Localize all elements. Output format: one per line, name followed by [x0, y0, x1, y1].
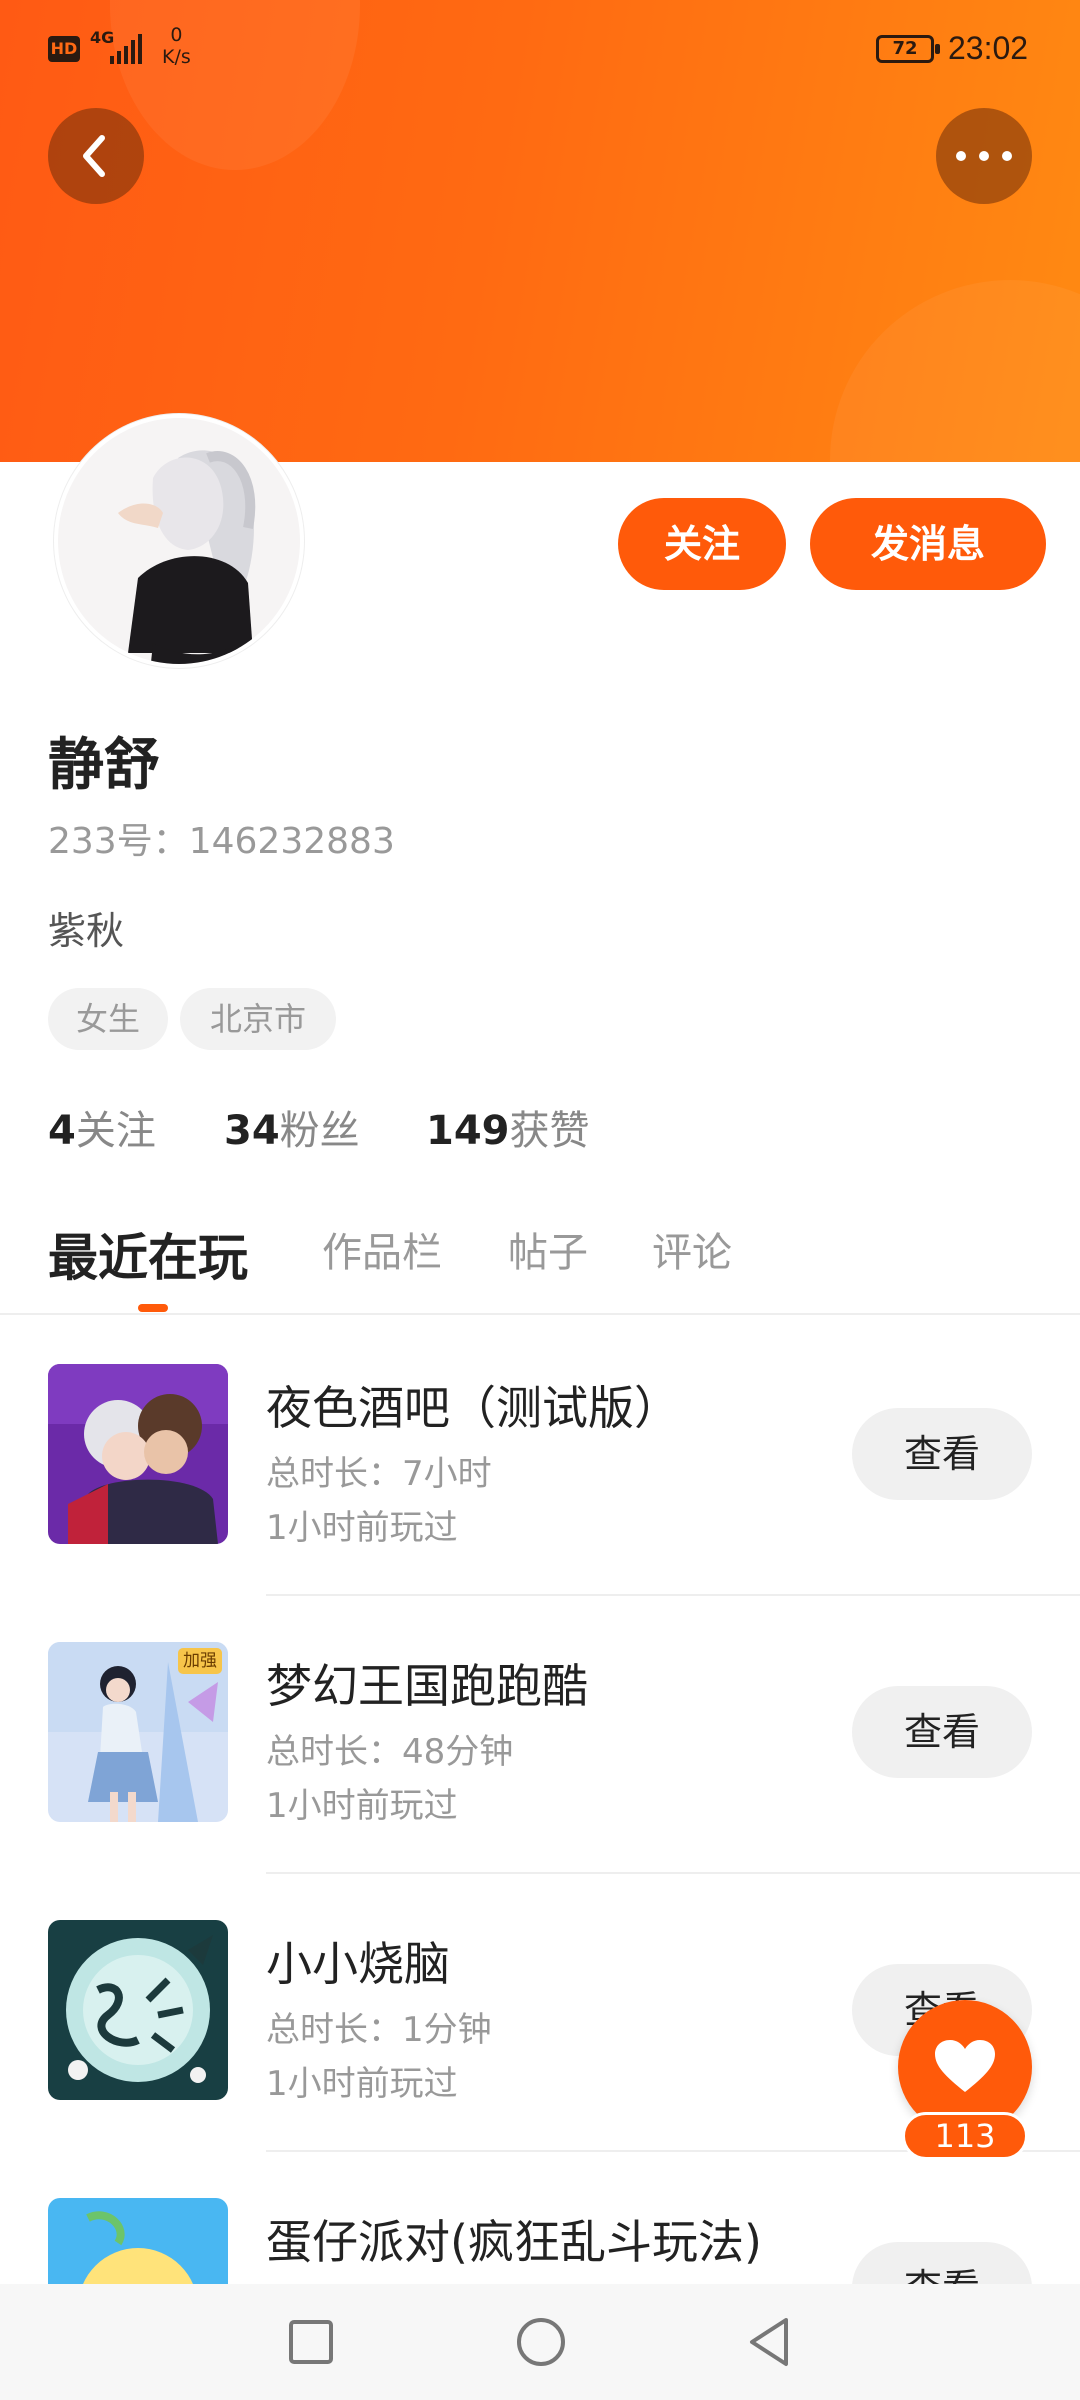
like-count-badge: 113	[902, 2112, 1028, 2160]
network-speed: 0 K/s	[162, 24, 191, 68]
back-button[interactable]	[48, 108, 144, 204]
game-title: 蛋仔派对(疯狂乱斗玩法)	[266, 2215, 762, 2269]
profile-name: 静舒	[48, 733, 160, 798]
list-item[interactable]: 加强 梦幻王国跑跑酷 总时长：48分钟 1小时前玩过 查看	[0, 1642, 1080, 1920]
hd-icon: HD	[48, 36, 80, 62]
status-bar: HD 4G 0 K/s 72 23:02	[0, 0, 1080, 100]
follow-button[interactable]: 关注	[618, 498, 786, 590]
game-thumbnail	[48, 1364, 228, 1544]
game-title: 小小烧脑	[266, 1937, 450, 1991]
home-icon[interactable]	[514, 2314, 568, 2370]
list-divider	[266, 1872, 1080, 1874]
battery-icon: 72	[876, 35, 940, 63]
send-message-button[interactable]: 发消息	[810, 498, 1046, 590]
stat-following[interactable]: 4关注	[48, 1098, 156, 1156]
following-label: 关注	[75, 1108, 156, 1154]
profile-bio: 紫秋	[48, 909, 125, 953]
avatar[interactable]	[54, 414, 304, 668]
likes-label: 获赞	[509, 1108, 590, 1154]
game-last-played: 1小时前玩过	[266, 2064, 458, 2104]
heart-icon	[935, 2040, 995, 2092]
game-thumbnail	[48, 1920, 228, 2100]
fans-count: 34	[224, 1108, 280, 1154]
header-decoration	[830, 280, 1080, 462]
system-navigation-bar	[0, 2284, 1080, 2400]
tab-comments[interactable]: 评论	[652, 1220, 732, 1278]
game-duration: 总时长：48分钟	[266, 1732, 514, 1772]
list-item[interactable]: 夜色酒吧（测试版） 总时长：7小时 1小时前玩过 查看	[0, 1364, 1080, 1642]
tab-posts[interactable]: 帖子	[508, 1220, 588, 1278]
list-divider	[266, 1594, 1080, 1596]
game-thumbnail: 加强	[48, 1642, 228, 1822]
tab-divider	[0, 1313, 1080, 1315]
network-speed-value: 0	[170, 24, 183, 46]
network-speed-unit: K/s	[162, 46, 191, 68]
game-badge: 加强	[178, 1648, 222, 1674]
status-time: 23:02	[948, 30, 1029, 66]
back-arrow-icon	[83, 135, 105, 177]
tab-recently-played[interactable]: 最近在玩	[48, 1218, 248, 1290]
back-triangle-icon[interactable]	[744, 2314, 794, 2370]
fans-label: 粉丝	[279, 1108, 360, 1154]
stat-fans[interactable]: 34粉丝	[224, 1098, 360, 1156]
network-type-label: 4G	[90, 28, 115, 47]
game-last-played: 1小时前玩过	[266, 1508, 458, 1548]
game-title: 夜色酒吧（测试版）	[266, 1381, 680, 1435]
active-tab-indicator	[138, 1304, 168, 1312]
avatar-image	[58, 418, 300, 664]
tab-works[interactable]: 作品栏	[322, 1220, 442, 1278]
likes-count: 149	[426, 1108, 510, 1154]
view-game-button[interactable]: 查看	[852, 1408, 1032, 1500]
game-title: 梦幻王国跑跑酷	[266, 1659, 588, 1713]
game-last-played: 1小时前玩过	[266, 1786, 458, 1826]
game-duration: 总时长：7小时	[266, 1454, 492, 1494]
more-options-button[interactable]	[936, 108, 1032, 204]
tag-location: 北京市	[180, 988, 336, 1050]
view-game-button[interactable]: 查看	[852, 1686, 1032, 1778]
recent-apps-icon[interactable]	[288, 2314, 334, 2370]
profile-uid: 233号：146232883	[48, 821, 395, 862]
game-duration: 总时长：1分钟	[266, 2010, 492, 2050]
following-count: 4	[48, 1108, 76, 1154]
stat-likes[interactable]: 149获赞	[426, 1098, 590, 1156]
tag-gender: 女生	[48, 988, 168, 1050]
